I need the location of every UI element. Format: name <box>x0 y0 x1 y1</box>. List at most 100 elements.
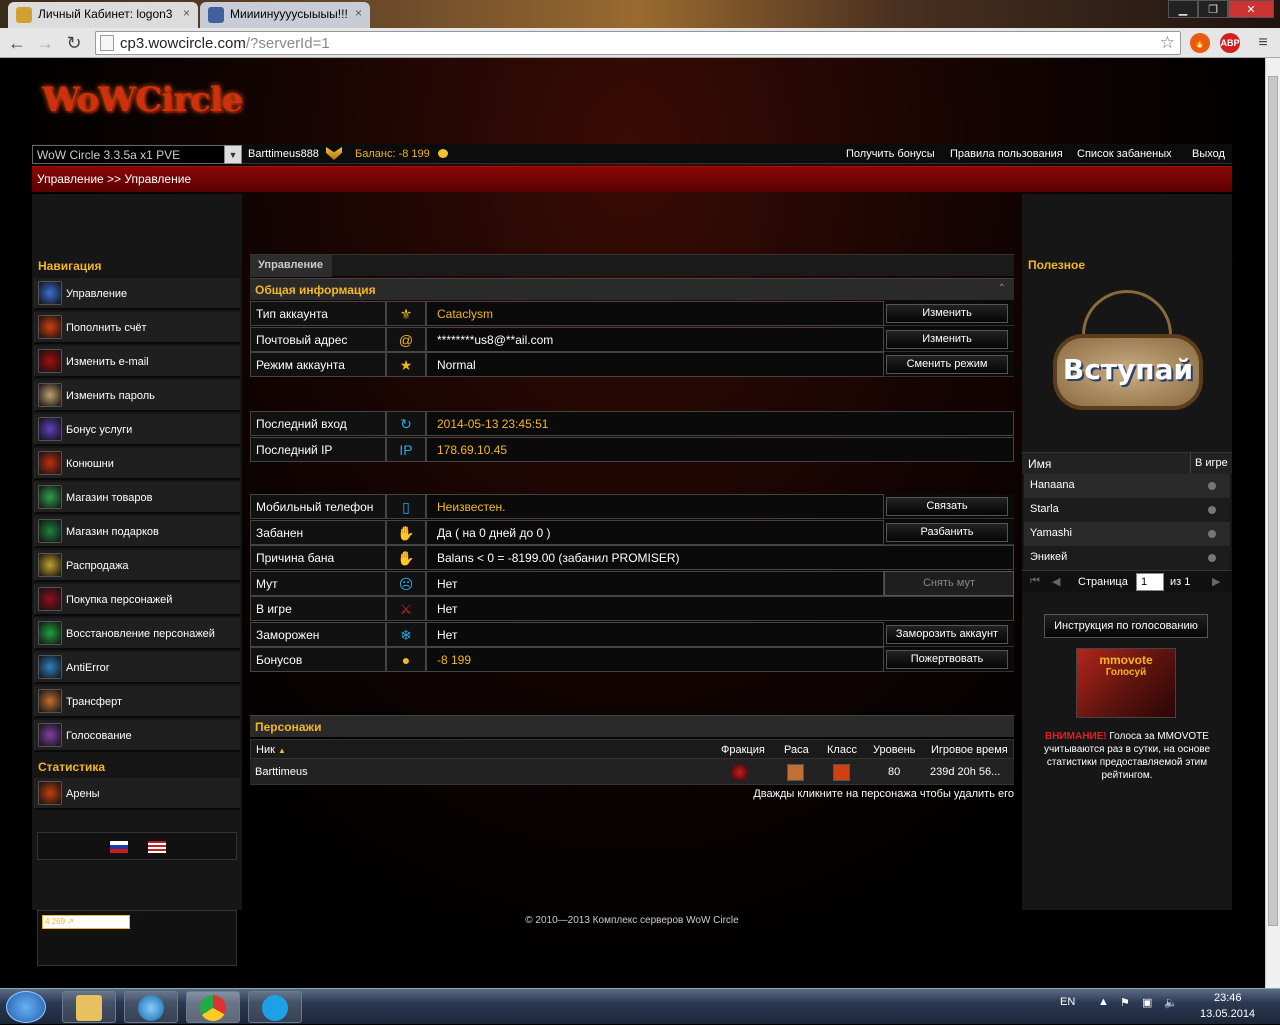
breadcrumb: Управление >> Управление <box>37 172 192 186</box>
prev-page-icon[interactable]: ◀ <box>1052 575 1060 588</box>
col-level[interactable]: Уровень <box>873 744 915 756</box>
tray-arrow-icon[interactable]: ▲ <box>1098 996 1109 1008</box>
sidebar-item[interactable]: Трансферт <box>34 686 240 718</box>
list-item[interactable]: Yamashi <box>1024 522 1230 546</box>
volume-icon[interactable]: 🔈 <box>1164 996 1178 1009</box>
sidebar-item-arenas[interactable]: Арены <box>34 778 240 810</box>
scrollbar-thumb[interactable] <box>1268 76 1278 926</box>
sidebar-item[interactable]: Покупка персонажей <box>34 584 240 616</box>
characters-header: Персонажи <box>250 715 1014 737</box>
russian-flag-icon[interactable] <box>110 841 128 853</box>
list-item[interactable]: Starla <box>1024 498 1230 522</box>
sidebar-item[interactable]: Распродажа <box>34 550 240 582</box>
flag-icon[interactable]: ⚑ <box>1120 996 1130 1009</box>
col-race[interactable]: Раса <box>784 744 809 756</box>
site-logo[interactable]: WoWCircle <box>42 80 243 120</box>
info-row: Причина бана ✋ Balans < 0 = -8199.00 (заба… <box>250 545 1014 570</box>
language-indicator[interactable]: EN <box>1060 996 1075 1008</box>
reload-icon[interactable]: ↻ <box>63 32 85 54</box>
sidebar-item[interactable]: Восстановление персонажей <box>34 618 240 650</box>
browser-tab-active[interactable]: Личный Кабинет: logon3 × <box>8 2 198 28</box>
rules-link[interactable]: Правила пользования <box>950 148 1063 160</box>
refresh-icon: ↻ <box>386 411 426 436</box>
tab-management[interactable]: Управление <box>250 255 332 277</box>
close-tab-icon[interactable]: × <box>355 6 362 20</box>
chevron-down-icon[interactable]: ▼ <box>224 145 242 164</box>
sidebar-item[interactable]: AntiError <box>34 652 240 684</box>
sidebar-item[interactable]: Магазин подарков <box>34 516 240 548</box>
row-action-button[interactable]: Изменить <box>886 329 1008 349</box>
char-playtime: 239d 20h 56... <box>930 766 1001 778</box>
logout-link[interactable]: Выход <box>1192 148 1225 160</box>
collapse-icon[interactable]: ⌃ <box>998 283 1006 294</box>
browser-titlebar: Личный Кабинет: logon3 × Миииинуууусыыыы… <box>0 0 1280 28</box>
next-page-icon[interactable]: ▶ <box>1212 575 1220 588</box>
chrome-icon <box>200 995 226 1021</box>
forward-icon[interactable]: → <box>34 32 56 54</box>
nav-item-icon <box>38 655 62 679</box>
adblock-extension-icon[interactable]: ABP <box>1220 33 1240 53</box>
chrome-taskbar-button[interactable] <box>186 991 240 1023</box>
col-ingame[interactable]: В игре <box>1190 453 1232 475</box>
maximize-icon[interactable]: ❐ <box>1198 0 1228 18</box>
sidebar-item[interactable]: Конюшни <box>34 448 240 480</box>
col-nick[interactable]: Ник ▲ <box>256 744 286 756</box>
row-action-button[interactable]: Пожертвовать <box>886 650 1008 669</box>
nav-item-icon <box>38 553 62 577</box>
page-scrollbar[interactable] <box>1265 58 1280 988</box>
row-action-button[interactable]: Связать <box>886 497 1008 516</box>
clock-date[interactable]: 13.05.2014 <box>1200 1008 1255 1020</box>
bookmark-star-icon[interactable]: ☆ <box>1160 33 1175 53</box>
col-faction[interactable]: Фракция <box>721 744 765 756</box>
sidebar-item[interactable]: Бонус услуги <box>34 414 240 446</box>
realm-select[interactable]: WoW Circle 3.3.5a x1 PVE ▼ <box>32 145 242 164</box>
row-value: Normal <box>426 352 884 377</box>
row-action-button[interactable]: Сменить режим <box>886 355 1008 374</box>
vk-join-banner[interactable]: Вступай <box>1053 334 1203 410</box>
sidebar-item[interactable]: Магазин товаров <box>34 482 240 514</box>
col-playtime[interactable]: Игровое время <box>931 744 1008 756</box>
row-value: -8 199 <box>426 647 884 672</box>
info-row: Забанен ✋ Да ( на 0 дней до 0 ) Разбанить <box>250 519 1014 545</box>
nav-item-icon <box>38 485 62 509</box>
address-bar[interactable]: cp3.wowcircle.com/?serverId=1 ☆ <box>95 31 1181 55</box>
minimize-icon[interactable]: ▁ <box>1168 0 1198 18</box>
site-footer: © 2010—2013 Комплекс серверов WoW Circle <box>525 915 739 926</box>
row-action-button[interactable]: Разбанить <box>886 522 1008 542</box>
explorer-taskbar-button[interactable] <box>62 991 116 1023</box>
close-tab-icon[interactable]: × <box>183 6 190 20</box>
network-icon[interactable]: ▣ <box>1142 996 1152 1009</box>
get-bonuses-link[interactable]: Получить бонусы <box>846 148 935 160</box>
clock-time[interactable]: 23:46 <box>1214 992 1242 1004</box>
characters-table-header: Ник ▲ Фракция Раса Класс Уровень Игровое… <box>250 739 1014 759</box>
col-class[interactable]: Класс <box>827 744 857 756</box>
list-item[interactable]: Эникей <box>1024 546 1230 570</box>
url-path: /?serverId=1 <box>245 35 330 52</box>
first-page-icon[interactable]: ⏮ <box>1030 575 1040 588</box>
mmovote-banner[interactable]: mmovote Голосуй <box>1076 648 1176 718</box>
close-window-icon[interactable]: ✕ <box>1228 0 1274 18</box>
col-name[interactable]: Имя <box>1028 457 1051 471</box>
page-input[interactable]: 1 <box>1136 573 1164 591</box>
banned-list-link[interactable]: Список забаненых <box>1077 148 1172 160</box>
sidebar-item[interactable]: Пополнить счёт <box>34 312 240 344</box>
back-icon[interactable]: ← <box>6 32 28 54</box>
list-item[interactable]: Hanaana <box>1024 474 1230 498</box>
table-row[interactable]: Barttimeus 80 239d 20h 56... <box>250 759 1014 785</box>
sidebar-item[interactable]: Изменить пароль <box>34 380 240 412</box>
sidebar-item[interactable]: Голосование <box>34 720 240 752</box>
browser-tab[interactable]: Миииинуууусыыыы!!! × <box>200 2 370 28</box>
star-icon: ★ <box>386 352 426 377</box>
sidebar-item[interactable]: Управление <box>34 278 240 310</box>
row-action-button[interactable]: Изменить <box>886 304 1008 323</box>
us-flag-icon[interactable] <box>148 841 166 853</box>
start-button-icon[interactable] <box>6 991 46 1023</box>
row-action-button[interactable]: Заморозить аккаунт <box>886 624 1008 644</box>
ie-taskbar-button[interactable] <box>124 991 178 1023</box>
row-action-button[interactable]: Снять мут <box>884 570 1014 596</box>
voting-instructions-button[interactable]: Инструкция по голосованию <box>1044 614 1208 638</box>
skype-taskbar-button[interactable] <box>248 991 302 1023</box>
menu-icon[interactable]: ≡ <box>1252 32 1274 54</box>
fire-extension-icon[interactable]: 🔥 <box>1190 33 1210 53</box>
sidebar-item[interactable]: Изменить e-mail <box>34 346 240 378</box>
